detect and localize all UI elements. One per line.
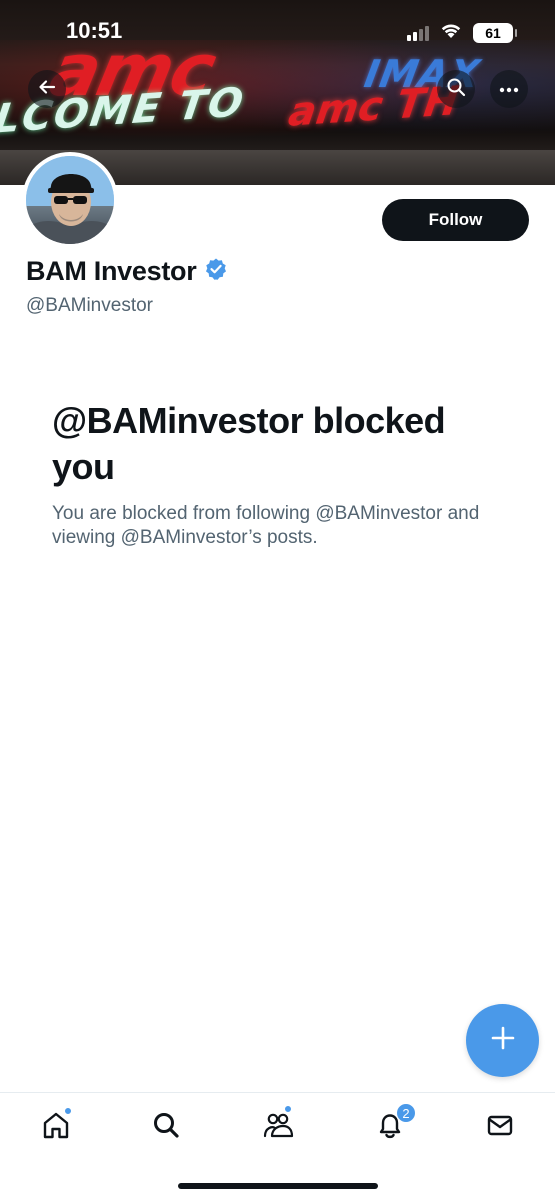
blocked-description: You are blocked from following @BAMinves… xyxy=(52,503,480,548)
display-name: BAM Investor xyxy=(26,256,197,286)
communities-unread-dot xyxy=(284,1105,292,1113)
search-icon xyxy=(446,77,466,102)
battery-icon: 61 xyxy=(473,22,517,43)
back-icon xyxy=(37,77,57,102)
avatar[interactable] xyxy=(22,152,118,248)
back-button[interactable] xyxy=(28,70,66,108)
communities-icon xyxy=(262,1110,294,1145)
status-time: 10:51 xyxy=(66,18,123,43)
mail-icon xyxy=(485,1110,515,1145)
notifications-badge: 2 xyxy=(396,1103,416,1123)
nav-messages[interactable] xyxy=(482,1109,518,1145)
user-handle: @BAMinvestor xyxy=(26,295,153,316)
more-button[interactable] xyxy=(490,70,528,108)
home-unread-dot xyxy=(64,1107,72,1115)
display-name-row: BAM Investor xyxy=(26,256,228,287)
nav-search[interactable] xyxy=(148,1109,184,1145)
blocked-title: @BAMinvestor blocked you xyxy=(52,400,446,487)
avatar-image xyxy=(26,156,114,244)
nav-communities[interactable] xyxy=(260,1105,296,1145)
search-button[interactable] xyxy=(437,70,475,108)
more-icon xyxy=(499,80,519,98)
wifi-icon xyxy=(439,21,463,44)
nav-home[interactable] xyxy=(38,1107,74,1145)
verified-icon[interactable] xyxy=(204,257,228,286)
search-icon xyxy=(151,1110,181,1145)
plus-icon xyxy=(490,1025,516,1056)
status-indicators: 61 xyxy=(407,21,517,44)
compose-button[interactable] xyxy=(466,1004,539,1077)
follow-button[interactable]: Follow xyxy=(382,199,529,241)
signal-icon xyxy=(407,25,429,41)
home-indicator xyxy=(178,1183,378,1189)
